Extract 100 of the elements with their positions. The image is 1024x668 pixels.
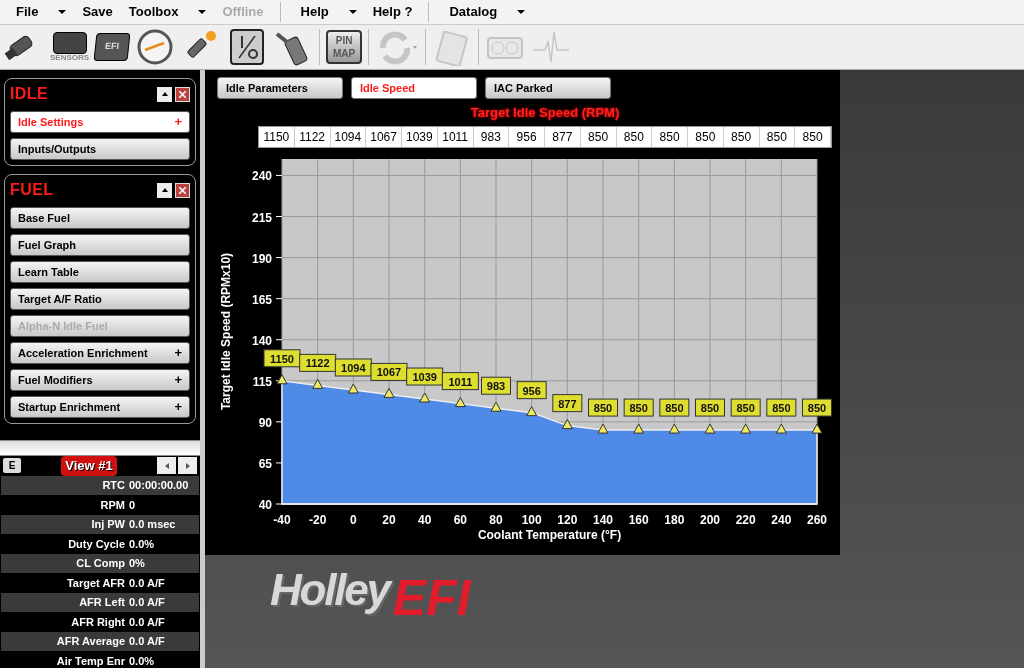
close-button[interactable]: [175, 182, 190, 198]
gauge-value: 0.0 msec: [129, 517, 177, 532]
gauge-value: 0%: [129, 556, 146, 571]
sidebar-item[interactable]: Learn Table: [10, 261, 190, 283]
gauge-label: RTC: [101, 478, 125, 493]
sidebar-item[interactable]: Acceleration Enrichment +: [10, 342, 190, 364]
table-cell[interactable]: 877: [545, 126, 581, 147]
x-tick-label: -20: [309, 512, 327, 527]
menu-item[interactable]: File: [8, 2, 75, 22]
point-marker[interactable]: [668, 423, 680, 434]
point-marker[interactable]: [419, 392, 431, 402]
point-marker[interactable]: [561, 418, 573, 429]
x-tick-label: 200: [700, 512, 720, 527]
data-label: 956: [516, 380, 547, 399]
table-cell[interactable]: 850: [580, 126, 617, 147]
gauge-value: 00:00:00.00: [129, 478, 190, 493]
close-icon: [179, 90, 186, 98]
menu-item[interactable]: Help: [279, 2, 365, 22]
table-cell[interactable]: 850: [616, 126, 653, 147]
table-cell[interactable]: 1067: [366, 126, 402, 147]
point-marker[interactable]: [633, 423, 645, 434]
point-marker[interactable]: [454, 396, 466, 407]
pin-map-button[interactable]: PIN MAP: [326, 27, 363, 67]
y-tick-label: 215: [251, 210, 272, 224]
y-tick-label: 165: [251, 292, 272, 307]
x-tick-label: 60: [453, 512, 467, 527]
x-tick-label: 160: [628, 512, 649, 527]
edit-button[interactable]: E: [3, 458, 21, 474]
close-button[interactable]: [175, 86, 190, 102]
plus-sign: +: [174, 113, 182, 132]
collapse-button[interactable]: [157, 182, 172, 198]
plus-sign: +: [174, 398, 182, 417]
point-marker[interactable]: [597, 423, 609, 434]
data-label: 877: [552, 393, 583, 412]
table-cell[interactable]: 850: [688, 126, 724, 147]
data-label: 1011: [441, 371, 479, 390]
x-tick-label: 40: [418, 512, 432, 527]
x-tick-label: -40: [273, 512, 291, 527]
tab[interactable]: Idle Parameters: [217, 77, 343, 99]
data-label: 850: [659, 398, 690, 417]
sidebar-item[interactable]: Inputs/Outputs: [10, 138, 190, 160]
gauge-value: 0: [129, 497, 137, 513]
table-title: Target Idle Speed (RPM): [469, 104, 621, 122]
point-marker[interactable]: [276, 373, 288, 384]
dropdown-caret-icon: [348, 10, 357, 14]
point-marker[interactable]: [775, 423, 787, 434]
sensor-module-icon: [52, 32, 87, 54]
table-cell[interactable]: 1011: [437, 126, 474, 147]
plus-sign: +: [174, 371, 182, 390]
point-marker[interactable]: [347, 383, 359, 393]
sidebar-item[interactable]: Idle Settings +: [10, 111, 190, 133]
caret-icon: [164, 462, 169, 469]
sidebar-item[interactable]: Startup Enrichment +: [10, 396, 190, 418]
y-tick-label: 65: [258, 456, 272, 471]
data-label: 850: [623, 398, 654, 417]
collapse-button[interactable]: [157, 86, 172, 102]
x-tick-label: 100: [521, 512, 542, 527]
sidebar-item[interactable]: Fuel Graph: [10, 234, 190, 256]
tab[interactable]: Idle Speed: [351, 77, 477, 99]
table-cell[interactable]: 1150: [259, 126, 295, 147]
caret-icon: [161, 92, 168, 96]
data-label: 850: [730, 398, 761, 417]
y-tick-label: 115: [252, 374, 272, 389]
x-tick-label: 0: [350, 512, 357, 527]
point-marker[interactable]: [383, 387, 395, 398]
table-cell[interactable]: 850: [723, 126, 760, 147]
table-cell[interactable]: 1039: [402, 126, 438, 147]
table-cell[interactable]: 956: [509, 126, 545, 147]
gauge-label: RPM: [99, 497, 125, 513]
data-label: 850: [695, 398, 725, 417]
table-cell[interactable]: 850: [652, 126, 688, 147]
y-tick-label: 140: [251, 333, 272, 348]
menu-item[interactable]: Toolbox: [120, 2, 215, 22]
gauge-value: 0.0 A/F: [129, 614, 166, 630]
gauge-label: AFR Left: [78, 595, 125, 610]
gauge-label: AFR Right: [70, 614, 125, 630]
menu-item[interactable]: Datalog: [428, 2, 534, 22]
table-cell[interactable]: 1122: [294, 126, 331, 147]
data-label: 1039: [406, 367, 444, 385]
sidebar-item[interactable]: Base Fuel: [10, 207, 190, 229]
gauge-value: 0.0 A/F: [129, 595, 166, 610]
point-marker[interactable]: [526, 405, 538, 416]
point-marker[interactable]: [740, 423, 752, 434]
menu-item[interactable]: Save: [74, 2, 121, 22]
table-cell[interactable]: 850: [795, 126, 831, 147]
data-label: 1094: [334, 358, 372, 376]
point-marker[interactable]: [312, 378, 324, 389]
table-cell[interactable]: 983: [473, 126, 510, 147]
table-cell[interactable]: 850: [759, 126, 796, 147]
y-tick-label: 190: [251, 251, 272, 266]
scroll-right-button[interactable]: [178, 457, 197, 475]
sidebar-item[interactable]: Fuel Modifiers +: [10, 369, 190, 391]
point-marker[interactable]: [704, 423, 716, 434]
point-marker[interactable]: [811, 423, 823, 434]
point-marker[interactable]: [490, 401, 502, 412]
scroll-left-button[interactable]: [157, 457, 176, 475]
sidebar-item[interactable]: Target A/F Ratio: [10, 288, 190, 310]
table-cell[interactable]: 1094: [330, 126, 367, 147]
menu-item[interactable]: Help ?: [364, 2, 421, 22]
tab[interactable]: IAC Parked: [485, 77, 611, 99]
